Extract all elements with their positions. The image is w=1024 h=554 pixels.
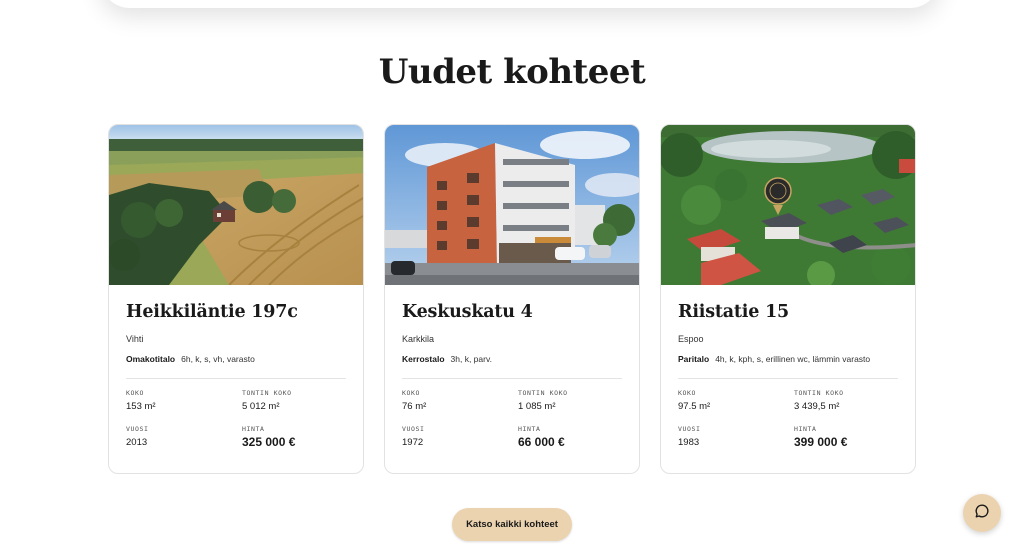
- chat-button[interactable]: [963, 494, 1001, 532]
- spec-value-price: 66 000 €: [518, 435, 565, 449]
- spec-value-year: 1972: [402, 437, 424, 448]
- divider: [402, 378, 622, 379]
- header-shadow-panel: [100, 0, 940, 8]
- spec-value-year: 1983: [678, 437, 700, 448]
- listing-city: Espoo: [678, 334, 704, 344]
- spec-label-size: KOKO: [126, 389, 145, 397]
- divider: [126, 378, 346, 379]
- spec-label-size: KOKO: [402, 389, 421, 397]
- listing-type-row: Paritalo 4h, k, kph, s, erillinen wc, läm…: [678, 354, 898, 364]
- spec-value-lot-size: 3 439,5 m²: [794, 401, 840, 412]
- listing-photo-field-house[interactable]: [109, 125, 363, 285]
- spec-value-size: 76 m²: [402, 401, 427, 412]
- listing-specs: KOKO 76 m² TONTIN KOKO 1 085 m² VUOSI 1972 …: [402, 389, 622, 449]
- spec-label-lot-size: TONTIN KOKO: [518, 389, 568, 397]
- listing-specs: KOKO 97.5 m² TONTIN KOKO 3 439,5 m² VUOSI 1…: [678, 389, 898, 449]
- listing-photo-apartment-building[interactable]: [385, 125, 639, 285]
- spec-label-price: HINTA: [242, 425, 265, 433]
- listing-card[interactable]: Heikkiläntie 197c Vihti Omakotitalo 6h, k…: [108, 124, 364, 474]
- listing-photo-lakeside-houses[interactable]: [661, 125, 915, 285]
- listing-specs: KOKO 153 m² TONTIN KOKO 5 012 m² VUOSI 2013…: [126, 389, 346, 449]
- listing-type: Omakotitalo: [126, 354, 176, 364]
- spec-label-year: VUOSI: [402, 425, 425, 433]
- spec-label-size: KOKO: [678, 389, 697, 397]
- divider: [678, 378, 898, 379]
- spec-label-lot-size: TONTIN KOKO: [794, 389, 844, 397]
- listing-city: Karkkila: [402, 334, 435, 344]
- listing-rooms: 6h, k, s, vh, varasto: [181, 354, 255, 364]
- listing-title[interactable]: Riistatie 15: [678, 302, 898, 322]
- section-title: Uudet kohteet: [378, 52, 646, 92]
- spec-value-lot-size: 5 012 m²: [242, 401, 280, 412]
- listing-title[interactable]: Keskuskatu 4: [402, 302, 622, 322]
- listing-rooms: 3h, k, parv.: [450, 354, 492, 364]
- listing-city: Vihti: [126, 334, 144, 344]
- chat-bubble-icon: [974, 503, 990, 524]
- spec-value-size: 153 m²: [126, 401, 156, 412]
- listing-type: Paritalo: [678, 354, 710, 364]
- listing-title[interactable]: Heikkiläntie 197c: [126, 302, 346, 322]
- listing-type-row: Omakotitalo 6h, k, s, vh, varasto: [126, 354, 346, 364]
- spec-value-lot-size: 1 085 m²: [518, 401, 556, 412]
- spec-label-year: VUOSI: [678, 425, 701, 433]
- spec-value-year: 2013: [126, 437, 148, 448]
- listing-card[interactable]: Keskuskatu 4 Karkkila Kerrostalo 3h, k, p…: [384, 124, 640, 474]
- view-all-listings-button[interactable]: Katso kaikki kohteet: [452, 508, 572, 541]
- listing-card[interactable]: Riistatie 15 Espoo Paritalo 4h, k, kph, s…: [660, 124, 916, 474]
- spec-label-price: HINTA: [794, 425, 817, 433]
- listing-rooms: 4h, k, kph, s, erillinen wc, lämmin vara…: [715, 354, 871, 364]
- spec-label-lot-size: TONTIN KOKO: [242, 389, 292, 397]
- spec-label-price: HINTA: [518, 425, 541, 433]
- spec-value-size: 97.5 m²: [678, 401, 711, 412]
- listing-type: Kerrostalo: [402, 354, 445, 364]
- listing-type-row: Kerrostalo 3h, k, parv.: [402, 354, 622, 364]
- spec-value-price: 399 000 €: [794, 435, 848, 449]
- spec-value-price: 325 000 €: [242, 435, 296, 449]
- spec-label-year: VUOSI: [126, 425, 149, 433]
